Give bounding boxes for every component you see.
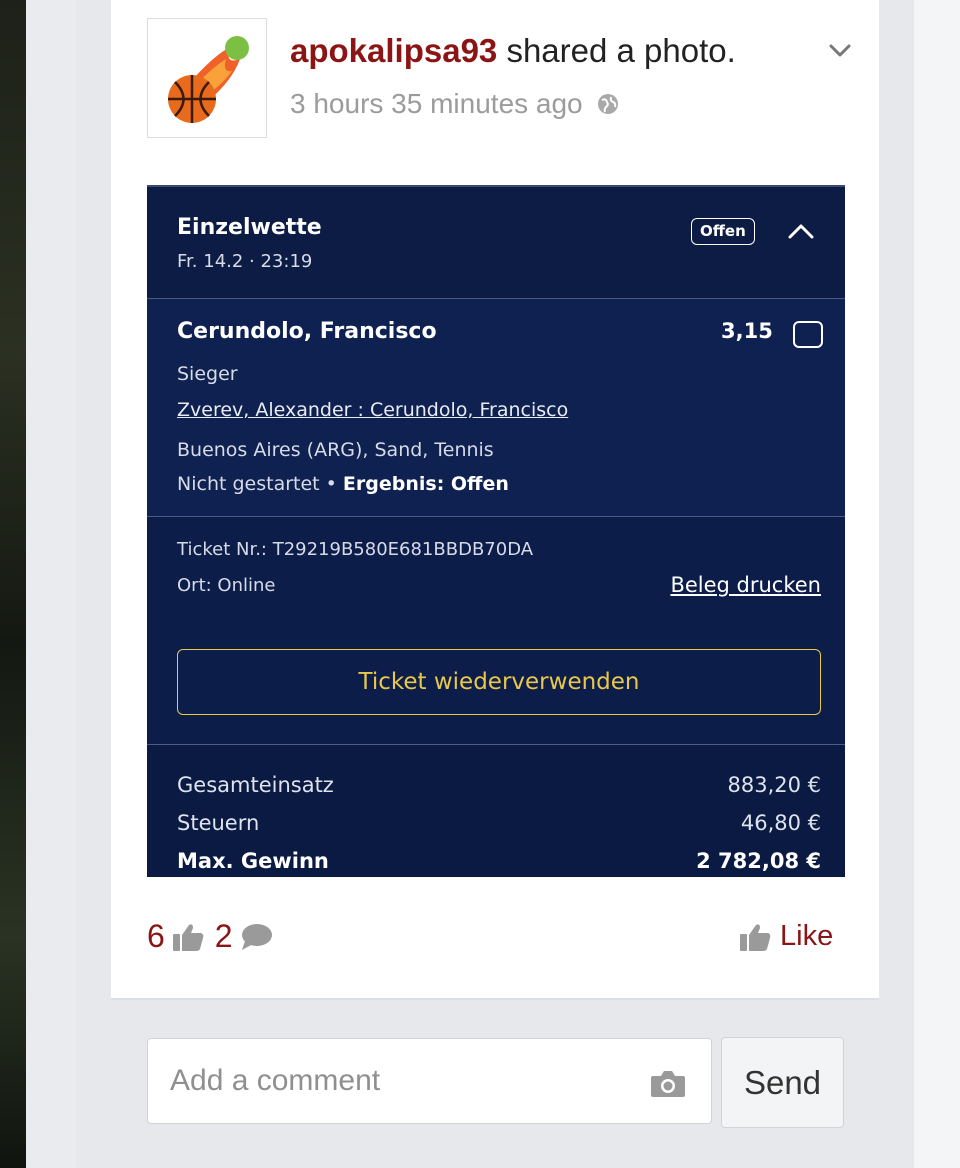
background-strip bbox=[0, 0, 26, 1168]
summary-value: 46,80 € bbox=[740, 811, 821, 835]
summary-label: Max. Gewinn bbox=[177, 849, 329, 873]
print-receipt-link: Beleg drucken bbox=[670, 573, 821, 597]
reuse-ticket-button: Ticket wiederverwenden bbox=[177, 649, 821, 715]
total-stake-row: Gesamteinsatz 883,20 € bbox=[177, 773, 821, 797]
bet-type: Einzelwette bbox=[177, 215, 322, 240]
summary-label: Steuern bbox=[177, 811, 260, 835]
comment-bubble-icon bbox=[241, 923, 272, 950]
summary-label: Gesamteinsatz bbox=[177, 773, 334, 797]
event-link: Zverev, Alexander : Cerundolo, Francisco bbox=[177, 399, 569, 421]
status-badge: Offen bbox=[691, 218, 755, 245]
state-prefix: Nicht gestartet • bbox=[177, 473, 343, 495]
chevron-up-icon bbox=[788, 224, 814, 239]
odds-value: 3,15 bbox=[721, 319, 773, 343]
likes-count[interactable]: 6 bbox=[147, 918, 165, 955]
comments-count[interactable]: 2 bbox=[215, 918, 233, 955]
post-header: apokalipsa93 shared a photo. bbox=[290, 32, 736, 70]
chevron-down-icon[interactable] bbox=[826, 36, 854, 64]
avatar[interactable] bbox=[147, 18, 267, 138]
ticket-header: Einzelwette Fr. 14.2 · 23:19 Offen bbox=[147, 187, 845, 299]
bet-date: Fr. 14.2 · 23:19 bbox=[177, 251, 313, 272]
globe-icon bbox=[597, 94, 618, 114]
match-state: Nicht gestartet • Ergebnis: Offen bbox=[177, 473, 509, 495]
max-win-row: Max. Gewinn 2 782,08 € bbox=[177, 849, 821, 873]
summary-value: 883,20 € bbox=[727, 773, 821, 797]
bet-ticket-photo[interactable]: Einzelwette Fr. 14.2 · 23:19 Offen Cerun… bbox=[147, 185, 845, 877]
market-label: Sieger bbox=[177, 363, 238, 385]
timestamp-text[interactable]: 3 hours 35 minutes ago bbox=[290, 88, 583, 120]
selection-name: Cerundolo, Francisco bbox=[177, 319, 437, 344]
basketball-fire-logo bbox=[168, 36, 249, 123]
ticket-number: Ticket Nr.: T29219B580E681BBDB70DA bbox=[177, 539, 534, 560]
post-action-text: shared a photo. bbox=[497, 32, 736, 69]
ticket-location: Ort: Online bbox=[177, 575, 276, 596]
post-timestamp: 3 hours 35 minutes ago bbox=[290, 88, 619, 120]
ticket-selection: Cerundolo, Francisco 3,15 Sieger Zverev,… bbox=[147, 299, 845, 517]
comment-box bbox=[147, 1038, 712, 1124]
reaction-counts: 6 2 bbox=[147, 918, 273, 955]
thumbs-up-icon bbox=[172, 923, 204, 951]
side-gutter bbox=[914, 0, 960, 1168]
like-label: Like bbox=[780, 920, 834, 952]
username-link[interactable]: apokalipsa93 bbox=[290, 32, 497, 69]
result-status: Ergebnis: Offen bbox=[342, 473, 509, 495]
thumbs-up-icon bbox=[740, 923, 771, 951]
ticket-details: Ticket Nr.: T29219B580E681BBDB70DA Ort: … bbox=[147, 517, 845, 745]
ticket-summary: Gesamteinsatz 883,20 € Steuern 46,80 € M… bbox=[147, 745, 845, 877]
venue-text: Buenos Aires (ARG), Sand, Tennis bbox=[177, 439, 494, 461]
summary-value: 2 782,08 € bbox=[696, 849, 821, 873]
like-button[interactable]: Like bbox=[738, 920, 833, 953]
send-button[interactable]: Send bbox=[721, 1037, 844, 1128]
comment-input[interactable] bbox=[170, 1059, 630, 1103]
camera-icon[interactable] bbox=[650, 1067, 686, 1099]
tax-row: Steuern 46,80 € bbox=[177, 811, 821, 835]
selection-checkbox bbox=[793, 321, 823, 348]
